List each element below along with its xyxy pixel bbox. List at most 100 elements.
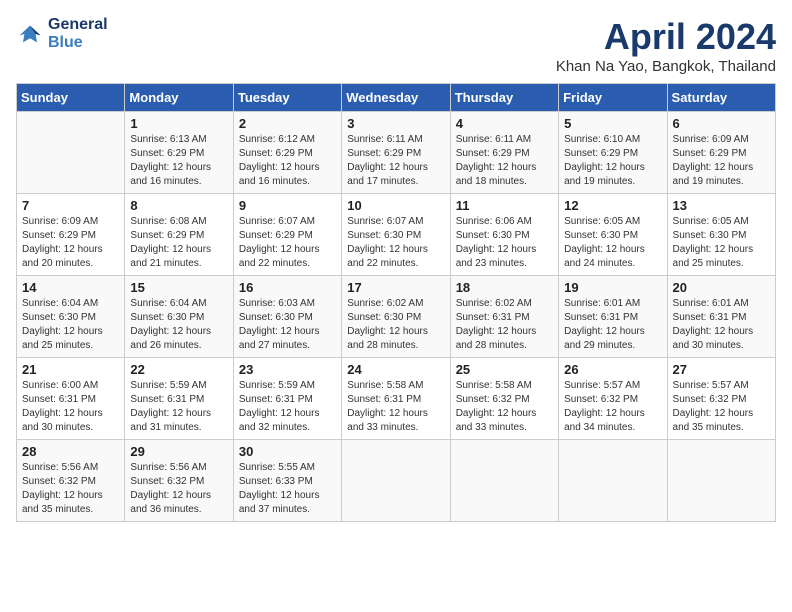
day-number: 8 (130, 198, 227, 213)
day-number: 11 (456, 198, 553, 213)
day-cell: 28 Sunrise: 5:56 AM Sunset: 6:32 PM Dayli… (17, 440, 125, 522)
day-cell: 10 Sunrise: 6:07 AM Sunset: 6:30 PM Dayli… (342, 194, 450, 276)
day-info: Sunrise: 6:11 AM Sunset: 6:29 PM Dayligh… (347, 133, 444, 189)
day-cell: 20 Sunrise: 6:01 AM Sunset: 6:31 PM Dayli… (667, 276, 775, 358)
day-cell: 13 Sunrise: 6:05 AM Sunset: 6:30 PM Dayli… (667, 194, 775, 276)
col-header-tuesday: Tuesday (233, 84, 341, 112)
day-number: 30 (239, 444, 336, 459)
day-number: 5 (564, 116, 661, 131)
day-info: Sunrise: 6:01 AM Sunset: 6:31 PM Dayligh… (673, 297, 770, 353)
day-info: Sunrise: 5:58 AM Sunset: 6:32 PM Dayligh… (456, 379, 553, 435)
col-header-monday: Monday (125, 84, 233, 112)
day-info: Sunrise: 6:13 AM Sunset: 6:29 PM Dayligh… (130, 133, 227, 189)
day-info: Sunrise: 5:59 AM Sunset: 6:31 PM Dayligh… (239, 379, 336, 435)
day-info: Sunrise: 6:07 AM Sunset: 6:30 PM Dayligh… (347, 215, 444, 271)
logo-text-blue: Blue (48, 34, 83, 51)
day-info: Sunrise: 5:59 AM Sunset: 6:31 PM Dayligh… (130, 379, 227, 435)
col-header-sunday: Sunday (17, 84, 125, 112)
day-cell: 21Sunrise: 6:00 AM Sunset: 6:31 PM Dayli… (17, 358, 125, 440)
day-info: Sunrise: 6:10 AM Sunset: 6:29 PM Dayligh… (564, 133, 661, 189)
day-cell (559, 440, 667, 522)
day-cell: 8 Sunrise: 6:08 AM Sunset: 6:29 PM Daylig… (125, 194, 233, 276)
day-number: 26 (564, 362, 661, 377)
day-cell (342, 440, 450, 522)
day-cell: 30 Sunrise: 5:55 AM Sunset: 6:33 PM Dayli… (233, 440, 341, 522)
day-number: 10 (347, 198, 444, 213)
day-number: 25 (456, 362, 553, 377)
day-number: 28 (22, 444, 119, 459)
day-number: 22 (130, 362, 227, 377)
day-cell: 11Sunrise: 6:06 AM Sunset: 6:30 PM Dayli… (450, 194, 558, 276)
day-info: Sunrise: 5:55 AM Sunset: 6:33 PM Dayligh… (239, 461, 336, 517)
day-info: Sunrise: 6:05 AM Sunset: 6:30 PM Dayligh… (673, 215, 770, 271)
day-cell: 5 Sunrise: 6:10 AM Sunset: 6:29 PM Daylig… (559, 112, 667, 194)
day-info: Sunrise: 5:57 AM Sunset: 6:32 PM Dayligh… (564, 379, 661, 435)
day-number: 1 (130, 116, 227, 131)
day-cell: 25 Sunrise: 5:58 AM Sunset: 6:32 PM Dayli… (450, 358, 558, 440)
day-cell: 14 Sunrise: 6:04 AM Sunset: 6:30 PM Dayli… (17, 276, 125, 358)
day-cell: 23 Sunrise: 5:59 AM Sunset: 6:31 PM Dayli… (233, 358, 341, 440)
day-cell: 17 Sunrise: 6:02 AM Sunset: 6:30 PM Dayli… (342, 276, 450, 358)
day-cell: 29 Sunrise: 5:56 AM Sunset: 6:32 PM Dayli… (125, 440, 233, 522)
calendar-table: SundayMondayTuesdayWednesdayThursdayFrid… (16, 83, 776, 522)
day-number: 20 (673, 280, 770, 295)
col-header-wednesday: Wednesday (342, 84, 450, 112)
logo-text-general: General (48, 16, 108, 33)
day-cell: 3 Sunrise: 6:11 AM Sunset: 6:29 PM Daylig… (342, 112, 450, 194)
day-info: Sunrise: 6:12 AM Sunset: 6:29 PM Dayligh… (239, 133, 336, 189)
day-cell: 22 Sunrise: 5:59 AM Sunset: 6:31 PM Dayli… (125, 358, 233, 440)
day-cell: 1 Sunrise: 6:13 AM Sunset: 6:29 PM Daylig… (125, 112, 233, 194)
title-block: April 2024 Khan Na Yao, Bangkok, Thailan… (556, 16, 776, 75)
day-cell: 4Sunrise: 6:11 AM Sunset: 6:29 PM Daylig… (450, 112, 558, 194)
calendar-body: 1 Sunrise: 6:13 AM Sunset: 6:29 PM Daylig… (17, 112, 776, 522)
day-number: 6 (673, 116, 770, 131)
col-header-saturday: Saturday (667, 84, 775, 112)
day-cell: 6 Sunrise: 6:09 AM Sunset: 6:29 PM Daylig… (667, 112, 775, 194)
day-info: Sunrise: 6:08 AM Sunset: 6:29 PM Dayligh… (130, 215, 227, 271)
day-info: Sunrise: 6:02 AM Sunset: 6:30 PM Dayligh… (347, 297, 444, 353)
day-number: 16 (239, 280, 336, 295)
day-cell (667, 440, 775, 522)
day-info: Sunrise: 5:58 AM Sunset: 6:31 PM Dayligh… (347, 379, 444, 435)
logo-icon (16, 20, 44, 48)
day-number: 13 (673, 198, 770, 213)
calendar-title: April 2024 (556, 16, 776, 58)
col-header-friday: Friday (559, 84, 667, 112)
day-cell: 2 Sunrise: 6:12 AM Sunset: 6:29 PM Daylig… (233, 112, 341, 194)
logo: General Blue (16, 16, 108, 51)
day-info: Sunrise: 6:04 AM Sunset: 6:30 PM Dayligh… (22, 297, 119, 353)
day-number: 21 (22, 362, 119, 377)
week-row-0: 1 Sunrise: 6:13 AM Sunset: 6:29 PM Daylig… (17, 112, 776, 194)
day-info: Sunrise: 5:56 AM Sunset: 6:32 PM Dayligh… (22, 461, 119, 517)
day-info: Sunrise: 6:09 AM Sunset: 6:29 PM Dayligh… (673, 133, 770, 189)
day-number: 2 (239, 116, 336, 131)
day-cell: 26 Sunrise: 5:57 AM Sunset: 6:32 PM Dayli… (559, 358, 667, 440)
day-info: Sunrise: 6:09 AM Sunset: 6:29 PM Dayligh… (22, 215, 119, 271)
col-header-thursday: Thursday (450, 84, 558, 112)
week-row-2: 14 Sunrise: 6:04 AM Sunset: 6:30 PM Dayli… (17, 276, 776, 358)
day-cell: 24 Sunrise: 5:58 AM Sunset: 6:31 PM Dayli… (342, 358, 450, 440)
calendar-header-row: SundayMondayTuesdayWednesdayThursdayFrid… (17, 84, 776, 112)
day-number: 18 (456, 280, 553, 295)
day-info: Sunrise: 6:03 AM Sunset: 6:30 PM Dayligh… (239, 297, 336, 353)
day-number: 7 (22, 198, 119, 213)
day-cell (450, 440, 558, 522)
day-number: 3 (347, 116, 444, 131)
day-info: Sunrise: 5:56 AM Sunset: 6:32 PM Dayligh… (130, 461, 227, 517)
day-number: 24 (347, 362, 444, 377)
day-number: 15 (130, 280, 227, 295)
day-info: Sunrise: 6:02 AM Sunset: 6:31 PM Dayligh… (456, 297, 553, 353)
day-info: Sunrise: 6:01 AM Sunset: 6:31 PM Dayligh… (564, 297, 661, 353)
week-row-4: 28 Sunrise: 5:56 AM Sunset: 6:32 PM Dayli… (17, 440, 776, 522)
page-header: General Blue April 2024 Khan Na Yao, Ban… (16, 16, 776, 75)
week-row-1: 7 Sunrise: 6:09 AM Sunset: 6:29 PM Daylig… (17, 194, 776, 276)
day-number: 9 (239, 198, 336, 213)
day-info: Sunrise: 6:04 AM Sunset: 6:30 PM Dayligh… (130, 297, 227, 353)
day-number: 12 (564, 198, 661, 213)
day-number: 23 (239, 362, 336, 377)
day-number: 17 (347, 280, 444, 295)
day-number: 29 (130, 444, 227, 459)
day-number: 14 (22, 280, 119, 295)
day-cell: 15 Sunrise: 6:04 AM Sunset: 6:30 PM Dayli… (125, 276, 233, 358)
day-cell: 27Sunrise: 5:57 AM Sunset: 6:32 PM Dayli… (667, 358, 775, 440)
